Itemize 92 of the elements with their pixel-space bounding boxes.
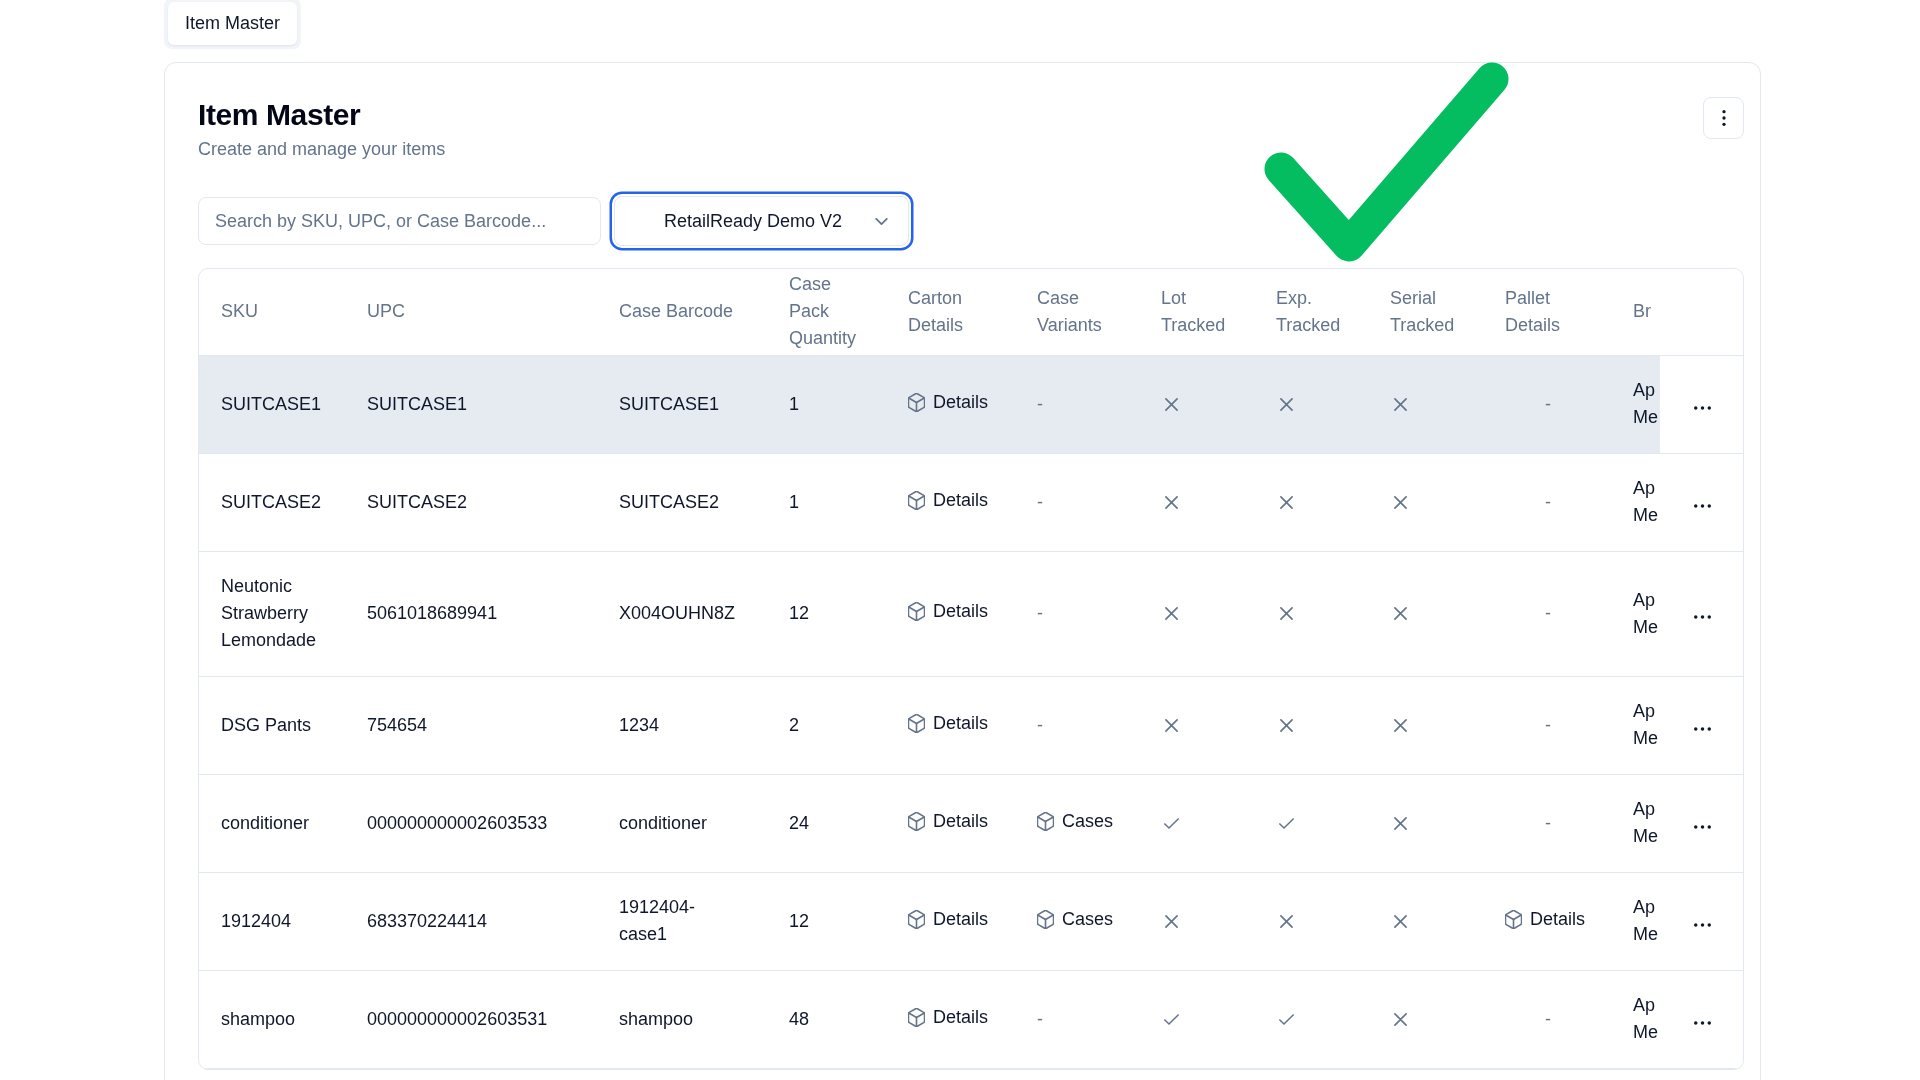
tab[interactable]: Item Master — [168, 2, 298, 45]
column-header: Pallet Details — [1505, 287, 1561, 335]
empty-value: - — [1544, 713, 1552, 737]
page-subtitle: Create and manage your items — [198, 138, 446, 161]
ellipsis-icon — [1694, 726, 1711, 731]
carton-details-button[interactable]: Details — [908, 807, 989, 835]
empty-value: - — [1037, 713, 1043, 737]
box-icon — [908, 490, 925, 510]
table-cell: SUITCASE2 — [345, 453, 597, 551]
table-row[interactable]: SUITCASE1 SUITCASE1 SUITCASE1 1 Details - - Ap Me — [199, 355, 1743, 453]
table-cell: 12 — [767, 551, 886, 676]
carton-details-button[interactable]: Details — [908, 388, 989, 416]
ellipsis-icon — [1694, 922, 1711, 927]
table-row[interactable]: 1912404 683370224414 1912404-case1 12 Details Cases Details Ap Me — [199, 872, 1743, 970]
table-cell: shampoo — [597, 970, 767, 1068]
table-cell: 5061018689941 — [345, 551, 597, 676]
column-header: Br — [1633, 301, 1651, 322]
empty-value: - — [1037, 392, 1043, 416]
column-header: Lot Tracked — [1161, 287, 1226, 335]
chevron-down-icon — [875, 217, 888, 225]
carton-details-button[interactable]: Details — [908, 905, 989, 933]
ellipsis-icon — [1694, 503, 1711, 508]
empty-value: - — [1037, 602, 1043, 625]
table-cell: Ap Me — [1613, 355, 1660, 453]
box-icon — [1505, 909, 1522, 929]
table-cell: 48 — [767, 970, 886, 1068]
case-variants-button[interactable]: Cases — [1037, 807, 1114, 835]
box-icon — [908, 909, 925, 929]
pallet-details-button[interactable]: Details — [1505, 905, 1586, 933]
table-row[interactable]: shampoo 000000000002603531 shampoo 48 Details - - Ap Me — [199, 970, 1743, 1068]
table-cell: shampoo — [199, 970, 345, 1068]
column-header: SKU — [221, 301, 258, 322]
column-header: Case Variants — [1037, 287, 1102, 335]
table-cell: 2 — [767, 676, 886, 774]
ellipsis-icon — [1694, 615, 1711, 619]
table-cell: 24 — [767, 774, 886, 872]
case-variants-button[interactable]: Cases — [1037, 905, 1114, 933]
table-row[interactable]: conditioner 000000000002603533 conditioner 24 Details Cases - Ap Me — [199, 774, 1743, 872]
table-cell: 1912404-case1 — [597, 872, 767, 970]
table-cell: 000000000002603533 — [345, 774, 597, 872]
column-header: Serial Tracked — [1390, 287, 1455, 335]
box-icon — [908, 811, 925, 831]
table-row[interactable]: SUITCASE2 SUITCASE2 SUITCASE2 1 Details - - Ap Me — [199, 453, 1743, 551]
table-cell: SUITCASE1 — [345, 355, 597, 453]
table-cell: conditioner — [199, 774, 345, 872]
table-cell: 1234 — [597, 676, 767, 774]
search-field[interactable]: Search by SKU, UPC, or Case Barcode... — [198, 197, 601, 245]
box-icon — [908, 1007, 925, 1027]
column-header: Exp. Tracked — [1276, 287, 1341, 335]
box-icon — [908, 713, 925, 733]
empty-value: - — [1544, 1007, 1552, 1031]
empty-value: - — [1544, 490, 1552, 514]
table-cell: SUITCASE2 — [597, 453, 767, 551]
table-row[interactable]: DSG Pants 754654 1234 2 Details - - Ap Me — [199, 676, 1743, 774]
table-cell: SUITCASE2 — [199, 453, 345, 551]
carton-details-button[interactable]: Details — [908, 709, 989, 737]
empty-value: - — [1037, 490, 1043, 514]
large-check-mark-icon — [1262, 60, 1510, 263]
table-cell: 754654 — [345, 676, 597, 774]
ellipsis-icon — [1694, 824, 1711, 829]
empty-value: - — [1544, 811, 1552, 835]
empty-value: - — [1037, 1007, 1043, 1031]
table-cell: X004OUHN8Z — [597, 551, 767, 676]
table-cell: 12 — [767, 872, 886, 970]
column-header: Case Barcode — [619, 301, 734, 322]
box-icon — [908, 392, 925, 412]
vertical-ellipsis-icon — [1721, 110, 1726, 126]
table-cell: 1 — [767, 355, 886, 453]
table-cell: Neutonic Strawberry Lemondade — [199, 551, 345, 676]
table-cell: 1 — [767, 453, 886, 551]
column-header: Carton Details — [908, 287, 964, 335]
table-cell: 1912404 — [199, 872, 345, 970]
table-cell: SUITCASE1 — [597, 355, 767, 453]
column-header: UPC — [367, 301, 405, 322]
ellipsis-icon — [1694, 405, 1711, 410]
table-row[interactable]: Neutonic Strawberry Lemondade 5061018689941 X004OUHN8Z 12 Details - - Ap Me — [199, 551, 1743, 676]
table-cell: DSG Pants — [199, 676, 345, 774]
empty-value: - — [1544, 602, 1552, 625]
carton-details-button[interactable]: Details — [908, 486, 989, 514]
page-title: Item Master — [198, 97, 362, 133]
empty-value: - — [1544, 392, 1552, 416]
table-cell: 683370224414 — [345, 872, 597, 970]
column-header: Case Pack Quantity — [789, 274, 857, 349]
box-icon — [908, 602, 925, 621]
carton-details-button[interactable]: Details — [908, 1003, 989, 1031]
box-icon — [1037, 909, 1054, 929]
ellipsis-icon — [1694, 1020, 1711, 1025]
table-cell: conditioner — [597, 774, 767, 872]
carton-details-button[interactable]: Details — [908, 598, 989, 625]
box-icon — [1037, 811, 1054, 831]
table-cell: 000000000002603531 — [345, 970, 597, 1068]
table-cell: SUITCASE1 — [199, 355, 345, 453]
